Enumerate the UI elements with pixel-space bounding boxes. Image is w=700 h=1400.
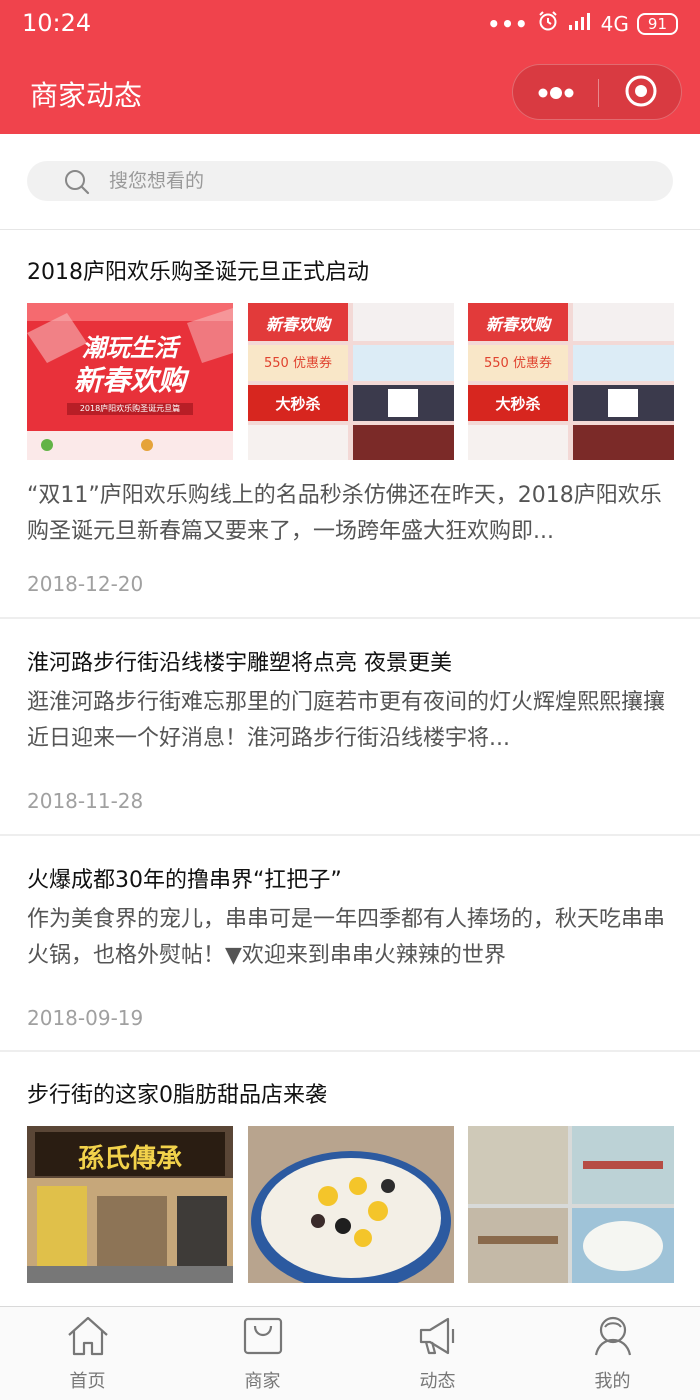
promo-caption-1: 潮玩生活 bbox=[82, 334, 178, 362]
feed-item-title[interactable]: 2018庐阳欢乐购圣诞元旦正式启动 bbox=[27, 254, 369, 286]
news-feed: 2018庐阳欢乐购圣诞元旦正式启动 潮玩生活 新春欢购 2018庐阳欢乐购圣诞元… bbox=[0, 230, 700, 1306]
status-dots: ••• bbox=[487, 11, 529, 36]
search-bar[interactable] bbox=[27, 161, 673, 201]
close-button[interactable] bbox=[599, 65, 683, 121]
tab-merchants[interactable]: 商家 bbox=[175, 1307, 350, 1400]
promo-subtitle: 2018庐阳欢乐购圣诞元旦篇 bbox=[79, 404, 181, 413]
feed-image-interior[interactable] bbox=[468, 1126, 674, 1283]
signal-icon bbox=[567, 11, 593, 36]
feed-item-images: 孫氏傳承 bbox=[27, 1126, 674, 1283]
tab-label: 商家 bbox=[244, 1371, 281, 1392]
promo-caption-2: 新春欢购 bbox=[73, 364, 186, 397]
more-dots-icon bbox=[536, 87, 576, 99]
feed-image-dessert[interactable] bbox=[248, 1126, 454, 1283]
mini-program-capsule bbox=[512, 64, 682, 120]
user-icon bbox=[590, 1313, 636, 1359]
feed-item[interactable]: 步行街的这家0脂肪甜品店来袭 孫氏傳承 bbox=[0, 1052, 700, 1306]
battery-icon: 91 bbox=[636, 12, 678, 35]
feed-item-date: 2018-11-28 bbox=[27, 789, 144, 813]
feed-item[interactable]: 2018庐阳欢乐购圣诞元旦正式启动 潮玩生活 新春欢购 2018庐阳欢乐购圣诞元… bbox=[0, 230, 700, 619]
home-icon bbox=[65, 1313, 111, 1359]
more-button[interactable] bbox=[513, 65, 598, 121]
feed-item-summary: 作为美食界的宠儿，串串可是一年四季都有人捧场的，秋天吃串串火锅，也格外熨帖！▼欢… bbox=[27, 907, 666, 968]
feed-item-images: 潮玩生活 新春欢购 2018庐阳欢乐购圣诞元旦篇 新春欢购 550 优惠券 大秒… bbox=[27, 303, 674, 460]
collage-sale: 大秒杀 bbox=[495, 395, 541, 413]
tab-label: 首页 bbox=[69, 1371, 106, 1392]
feed-image-collage[interactable]: 新春欢购 550 优惠券 大秒杀 bbox=[248, 303, 454, 460]
page-title: 商家动态 bbox=[30, 79, 143, 112]
tab-news[interactable]: 动态 bbox=[350, 1307, 525, 1400]
storefront-sign: 孫氏傳承 bbox=[77, 1144, 182, 1174]
search-input[interactable] bbox=[109, 165, 629, 197]
feed-item-title[interactable]: 火爆成都30年的撸串界“扛把子” bbox=[27, 862, 342, 894]
collage-headline: 新春欢购 bbox=[265, 315, 330, 334]
collage-coupon: 550 优惠券 bbox=[264, 356, 332, 371]
shopping-bag-icon bbox=[240, 1313, 286, 1359]
feed-image-storefront[interactable]: 孫氏傳承 bbox=[27, 1126, 233, 1283]
alarm-icon bbox=[537, 10, 559, 37]
feed-item-date: 2018-12-20 bbox=[27, 572, 144, 596]
tab-bar: 首页 商家 动态 我的 bbox=[0, 1306, 700, 1400]
tab-label: 动态 bbox=[419, 1371, 456, 1392]
status-bar: 10:24 ••• 4G 91 bbox=[0, 0, 700, 50]
feed-item-summary: “双11”庐阳欢乐购线上的名品秒杀仿佛还在昨天，2018庐阳欢乐购圣诞元旦新春篇… bbox=[27, 483, 662, 544]
collage-coupon: 550 优惠券 bbox=[484, 356, 552, 371]
feed-item-title[interactable]: 步行街的这家0脂肪甜品店来袭 bbox=[27, 1077, 327, 1109]
tab-home[interactable]: 首页 bbox=[0, 1307, 175, 1400]
network-type: 4G bbox=[600, 11, 629, 36]
record-circle-icon bbox=[624, 74, 658, 112]
navigation-bar: 商家动态 bbox=[0, 50, 700, 134]
status-time: 10:24 bbox=[22, 9, 92, 37]
tab-label: 我的 bbox=[594, 1371, 631, 1392]
tab-mine[interactable]: 我的 bbox=[525, 1307, 700, 1400]
feed-item[interactable]: 火爆成都30年的撸串界“扛把子” 作为美食界的宠儿，串串可是一年四季都有人捧场的… bbox=[0, 836, 700, 1052]
feed-item-title[interactable]: 淮河路步行街沿线楼宇雕塑将点亮 夜景更美 bbox=[27, 645, 452, 677]
collage-headline: 新春欢购 bbox=[485, 315, 550, 334]
search-section bbox=[0, 134, 700, 230]
feed-item-date: 2018-09-19 bbox=[27, 1006, 144, 1030]
feed-image-promo[interactable]: 潮玩生活 新春欢购 2018庐阳欢乐购圣诞元旦篇 bbox=[27, 303, 233, 460]
collage-sale: 大秒杀 bbox=[275, 395, 321, 413]
megaphone-icon bbox=[415, 1313, 461, 1359]
feed-image-collage[interactable]: 新春欢购 550 优惠券 大秒杀 bbox=[468, 303, 674, 460]
feed-item-summary: 逛淮河路步行街难忘那里的门庭若市更有夜间的灯火辉煌熙熙攘攘近日迎来一个好消息！淮… bbox=[27, 690, 666, 751]
feed-item[interactable]: 淮河路步行街沿线楼宇雕塑将点亮 夜景更美 逛淮河路步行街难忘那里的门庭若市更有夜… bbox=[0, 619, 700, 836]
search-icon bbox=[63, 168, 91, 200]
status-icons: ••• 4G 91 bbox=[487, 10, 678, 37]
